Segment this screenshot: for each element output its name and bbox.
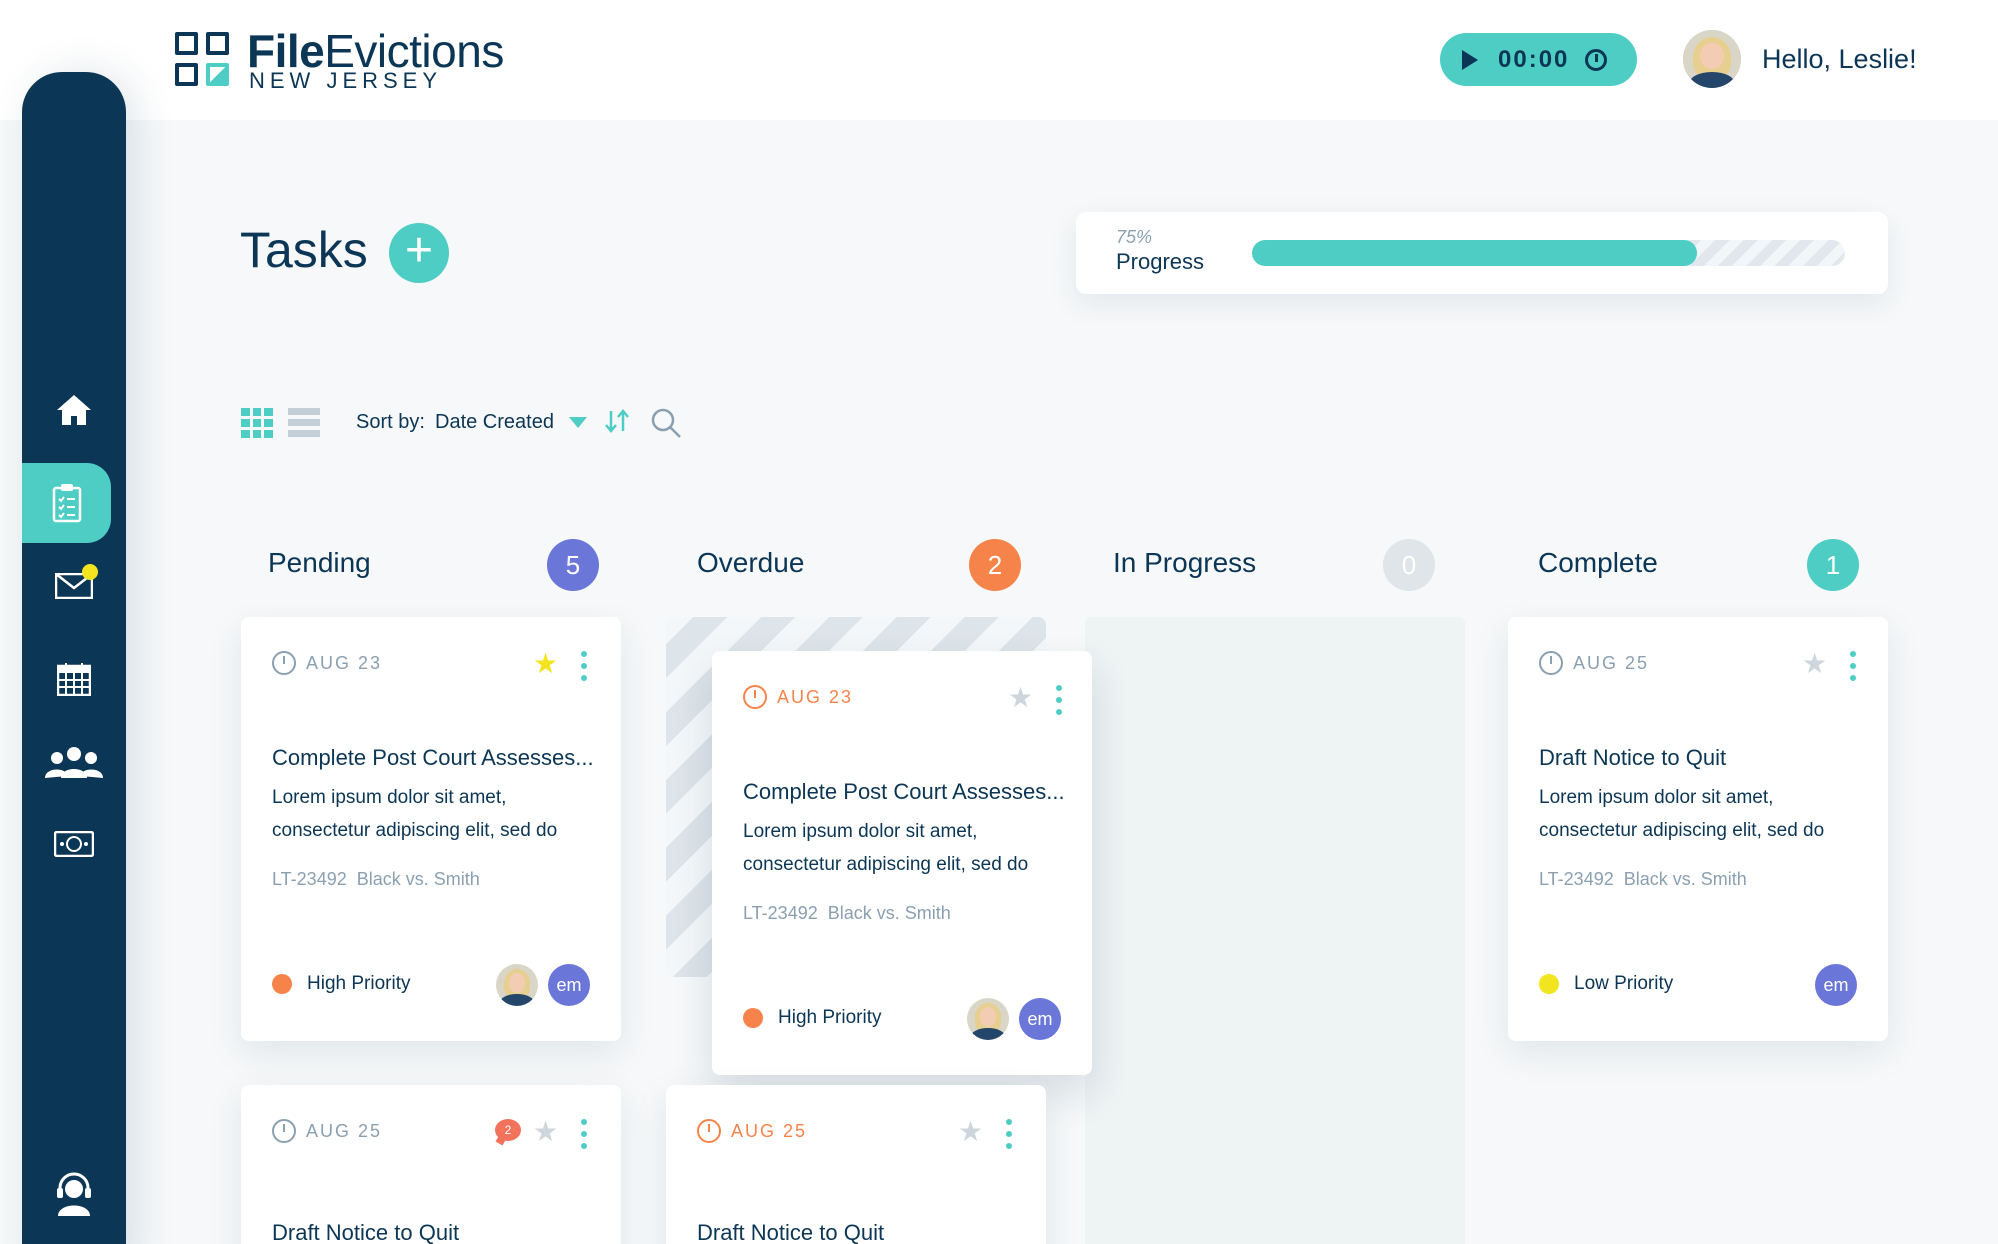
progress-bar (1252, 240, 1845, 266)
notification-dot (82, 564, 98, 580)
task-description: Lorem ipsum dolor sit amet, consectetur … (272, 787, 558, 841)
stopwatch-icon (1585, 48, 1608, 71)
search-icon[interactable] (650, 407, 682, 444)
task-title: Draft Notice to Quit (272, 1220, 460, 1244)
task-card[interactable]: AUG 23 ★ Complete Post Court Assesses...… (241, 617, 621, 1041)
progress-card: 75% Progress (1076, 212, 1888, 294)
clock-icon (272, 651, 296, 675)
task-description: Lorem ipsum dolor sit amet, consectetur … (743, 821, 1029, 875)
assignees: em (1815, 964, 1857, 1006)
sidebar-item-tasks[interactable] (22, 463, 111, 543)
star-icon[interactable]: ★ (1802, 650, 1827, 678)
column-count-in-progress: 0 (1383, 539, 1435, 591)
more-options-icon[interactable] (1056, 685, 1062, 715)
column-title-in-progress: In Progress (1113, 547, 1257, 578)
grid-view-icon[interactable] (241, 408, 273, 438)
user-avatar[interactable] (1683, 30, 1741, 88)
task-date: AUG 25 (697, 1119, 807, 1143)
task-title: Complete Post Court Assesses... (743, 779, 1065, 804)
star-icon[interactable]: ★ (533, 650, 558, 678)
clock-icon (1539, 651, 1563, 675)
support-headset-icon (57, 1172, 91, 1216)
task-title: Complete Post Court Assesses... (272, 745, 594, 770)
star-icon[interactable]: ★ (958, 1118, 983, 1146)
sidebar-item-mail[interactable] (22, 556, 126, 616)
assignees: em (967, 998, 1061, 1040)
priority-dot (272, 974, 292, 994)
calendar-icon (57, 663, 91, 696)
column-count-pending: 5 (547, 539, 599, 591)
case-reference: LT-23492 Black vs. Smith (1539, 869, 1747, 889)
timer-button[interactable]: 00:00 (1440, 33, 1637, 86)
priority-dot (743, 1008, 763, 1028)
more-options-icon[interactable] (581, 1119, 587, 1149)
sort-dropdown[interactable]: Date Created (435, 411, 554, 434)
task-date: AUG 25 (1539, 651, 1649, 675)
column-title-pending: Pending (268, 547, 371, 578)
priority-indicator: Low Priority (1539, 973, 1673, 995)
task-date: AUG 25 (272, 1119, 382, 1143)
more-options-icon[interactable] (581, 651, 587, 681)
column-count-complete: 1 (1807, 539, 1859, 591)
task-title: Draft Notice to Quit (1539, 745, 1727, 770)
avatar-initials[interactable]: em (1815, 964, 1857, 1006)
clipboard-icon (52, 484, 81, 523)
logo-subtitle: NEW JERSEY (249, 68, 443, 93)
task-date: AUG 23 (743, 685, 853, 709)
chevron-down-icon[interactable] (569, 417, 587, 428)
page-title: Tasks (240, 222, 368, 278)
home-icon (57, 395, 91, 425)
avatar[interactable] (496, 964, 538, 1006)
more-options-icon[interactable] (1006, 1119, 1012, 1149)
sidebar-nav (22, 72, 126, 1244)
list-view-icon[interactable] (288, 408, 320, 438)
play-icon (1462, 49, 1478, 70)
star-icon[interactable]: ★ (533, 1118, 558, 1146)
star-icon[interactable]: ★ (1008, 684, 1033, 712)
task-card[interactable]: AUG 25 ★ Draft Notice to Quit (666, 1085, 1046, 1244)
money-icon (54, 831, 94, 857)
users-icon (45, 747, 103, 778)
in-progress-dropzone[interactable] (1085, 617, 1465, 1244)
progress-bar-fill (1252, 240, 1697, 266)
sort-label: Sort by: (356, 411, 425, 433)
comment-count-icon[interactable]: 2 (495, 1119, 521, 1141)
task-description: Lorem ipsum dolor sit amet, consectetur … (1539, 787, 1825, 841)
progress-label: Progress (1116, 249, 1205, 274)
sidebar-item-calendar[interactable] (22, 649, 126, 709)
timer-value: 00:00 (1498, 45, 1570, 73)
case-reference: LT-23492 Black vs. Smith (743, 903, 951, 923)
clock-icon (743, 685, 767, 709)
column-count-overdue: 2 (969, 539, 1021, 591)
case-reference: LT-23492 Black vs. Smith (272, 869, 480, 889)
clock-icon (272, 1119, 296, 1143)
sidebar-item-home[interactable] (22, 380, 126, 440)
task-card-dragging[interactable]: AUG 23 ★ Complete Post Court Assesses...… (712, 651, 1092, 1075)
sidebar-item-support[interactable] (22, 1164, 126, 1224)
task-title: Draft Notice to Quit (697, 1220, 885, 1244)
sidebar-item-clients[interactable] (22, 732, 126, 792)
assignees: em (496, 964, 590, 1006)
add-task-button[interactable]: + (389, 223, 449, 283)
sidebar-item-billing[interactable] (22, 814, 126, 874)
user-greeting: Hello, Leslie! (1762, 44, 1917, 74)
progress-percent: 75% (1116, 227, 1153, 247)
avatar[interactable] (967, 998, 1009, 1040)
avatar-initials[interactable]: em (1019, 998, 1061, 1040)
clock-icon (697, 1119, 721, 1143)
more-options-icon[interactable] (1850, 651, 1856, 681)
avatar-initials[interactable]: em (548, 964, 590, 1006)
task-card[interactable]: AUG 25 2 ★ Draft Notice to Quit (241, 1085, 621, 1244)
column-title-overdue: Overdue (697, 547, 805, 578)
task-date: AUG 23 (272, 651, 382, 675)
column-title-complete: Complete (1538, 547, 1658, 578)
sort-order-icon[interactable] (603, 407, 631, 440)
logo-mark-icon (175, 32, 235, 92)
task-card[interactable]: AUG 25 ★ Draft Notice to Quit Lorem ipsu… (1508, 617, 1888, 1041)
priority-dot (1539, 974, 1559, 994)
priority-indicator: High Priority (743, 1007, 881, 1029)
priority-indicator: High Priority (272, 973, 410, 995)
top-header: FileEvictions NEW JERSEY 00:00 Hello, Le… (0, 0, 1998, 120)
